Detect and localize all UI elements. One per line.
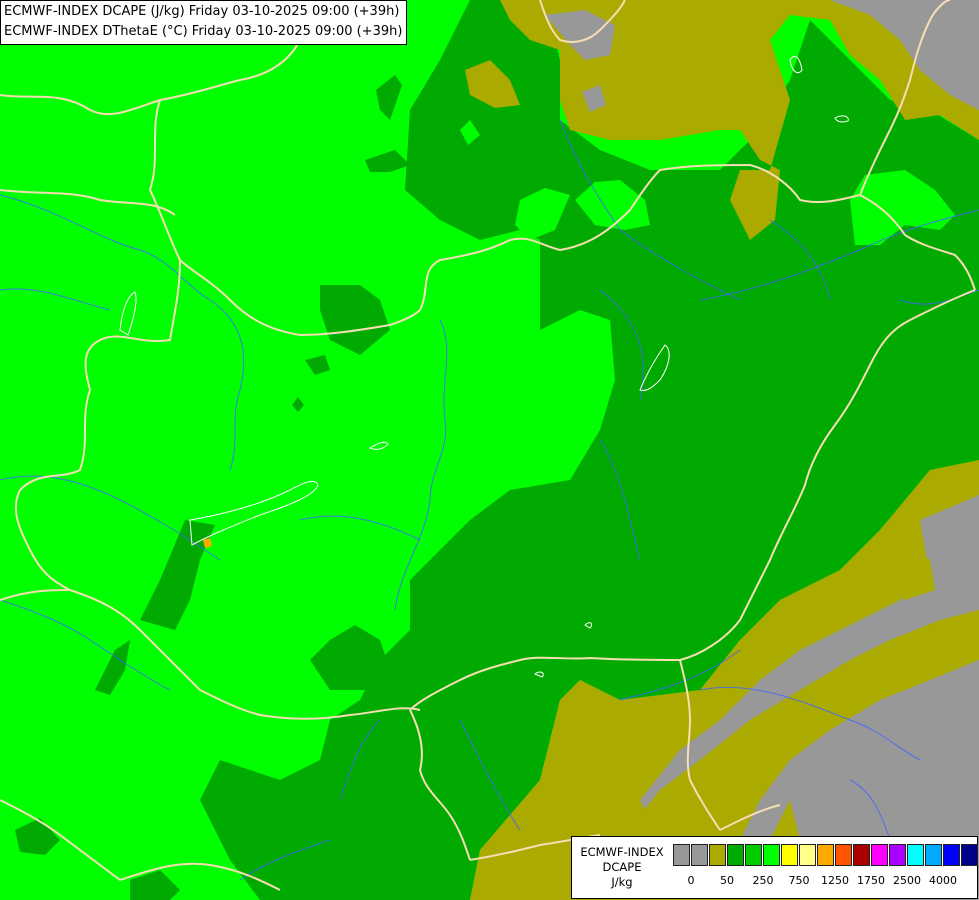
legend-swatch — [889, 844, 906, 866]
legend-tick-label: 50 — [720, 874, 734, 887]
legend-tick-label: 1750 — [857, 874, 885, 887]
legend-swatch — [763, 844, 780, 866]
dcape-map — [0, 0, 979, 900]
legend-swatch — [835, 844, 852, 866]
legend-swatch — [871, 844, 888, 866]
legend-tick-label: 250 — [752, 874, 774, 887]
legend-tick-label: 4000 — [929, 874, 957, 887]
legend-tick-label: 750 — [788, 874, 810, 887]
legend-swatch — [925, 844, 942, 866]
legend-swatch — [709, 844, 726, 866]
title-dthetae: ECMWF-INDEX DThetaE (°C) Friday 03-10-20… — [4, 24, 403, 39]
legend-swatch — [907, 844, 924, 866]
legend-swatch — [781, 844, 798, 866]
legend-swatch — [961, 844, 978, 866]
title-dcape: ECMWF-INDEX DCAPE (J/kg) Friday 03-10-20… — [4, 4, 400, 19]
legend-swatch — [817, 844, 834, 866]
legend-swatch — [853, 844, 870, 866]
color-legend: ECMWF-INDEX DCAPE J/kg 0 50 250 750 1250 1750… — [571, 836, 978, 899]
legend-swatch — [727, 844, 744, 866]
legend-tick-label: 2500 — [893, 874, 921, 887]
legend-title-line3: J/kg — [611, 875, 633, 889]
legend-swatch — [745, 844, 762, 866]
legend-swatch — [943, 844, 960, 866]
legend-title-line2: DCAPE — [602, 860, 642, 874]
legend-swatch — [799, 844, 816, 866]
legend-swatch — [691, 844, 708, 866]
legend-title-line1: ECMWF-INDEX — [580, 845, 664, 859]
legend-swatch — [673, 844, 690, 866]
legend-tick-label: 0 — [687, 874, 695, 887]
legend-tick-label: 1250 — [821, 874, 849, 887]
header-titles: ECMWF-INDEX DCAPE (J/kg) Friday 03-10-20… — [0, 0, 408, 45]
legend-title: ECMWF-INDEX DCAPE J/kg — [576, 845, 668, 890]
